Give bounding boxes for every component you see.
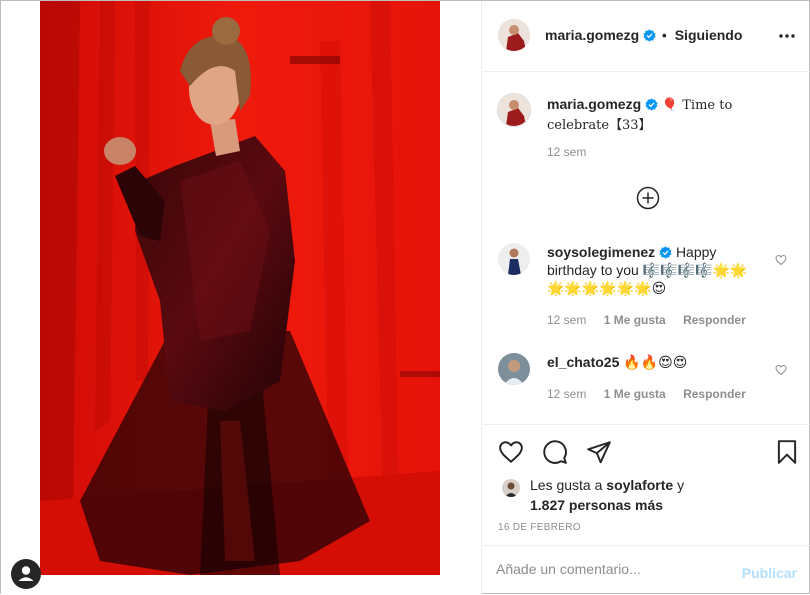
comment-likes[interactable]: 1 Me gusta — [604, 387, 666, 401]
photo-area — [1, 1, 481, 595]
bookmark-icon[interactable] — [774, 439, 800, 465]
post-photo[interactable] — [40, 1, 440, 575]
comment-likes[interactable]: 1 Me gusta — [604, 313, 666, 327]
comment-text: el_chato25 🔥🔥😍😍 — [547, 353, 762, 371]
caption-time[interactable]: 12 sem — [547, 145, 586, 159]
instagram-post-window: maria.gomezg • Siguiendo maria.gomezg 🎈 … — [0, 0, 810, 595]
likes-others[interactable]: 1.827 personas más — [530, 497, 663, 513]
comment-username[interactable]: soysolegimenez — [547, 244, 655, 260]
following-button[interactable]: Siguiendo — [675, 27, 743, 43]
caption-username[interactable]: maria.gomezg — [547, 96, 641, 112]
comment-reply-button[interactable]: Responder — [683, 387, 746, 401]
comment-heart-icon[interactable] — [775, 254, 787, 266]
header-author-line: maria.gomezg • Siguiendo — [545, 27, 742, 43]
comment-username[interactable]: el_chato25 — [547, 354, 619, 370]
comment-meta: 12 sem 1 Me gusta Responder — [547, 313, 746, 327]
verified-badge-icon — [645, 98, 658, 111]
caption-text: maria.gomezg 🎈 Time to celebrate【33】 — [547, 95, 797, 135]
post-actions: Les gusta a soylaforte y 1.827 personas … — [482, 424, 810, 544]
header-separator: • — [661, 27, 667, 43]
liker-avatar[interactable] — [502, 479, 520, 497]
comment-text: soysolegimenez Happy birthday to you 🎼🎼🎼… — [547, 243, 762, 297]
comment-reply-button[interactable]: Responder — [683, 313, 746, 327]
likes-summary: Les gusta a soylaforte y 1.827 personas … — [530, 475, 684, 515]
paper-plane-icon[interactable] — [586, 439, 612, 465]
author-username[interactable]: maria.gomezg — [545, 27, 639, 43]
verified-badge-icon — [643, 29, 656, 42]
comment-icon[interactable] — [542, 439, 568, 465]
comment-body: 🔥🔥😍😍 — [623, 354, 688, 370]
more-horizontal-icon[interactable] — [779, 34, 795, 38]
publish-button[interactable]: Publicar — [742, 565, 797, 581]
likes-suffix: y — [677, 477, 685, 493]
post-details-panel: maria.gomezg • Siguiendo maria.gomezg 🎈 … — [481, 1, 810, 595]
comment-time[interactable]: 12 sem — [547, 313, 586, 327]
caption-meta: 12 sem — [547, 145, 586, 159]
comment-meta: 12 sem 1 Me gusta Responder — [547, 387, 746, 401]
post-date[interactable]: 16 DE FEBRERO — [498, 522, 581, 533]
comment-input[interactable] — [496, 561, 726, 577]
author-avatar[interactable] — [498, 19, 530, 51]
heart-icon[interactable] — [498, 439, 524, 465]
caption-avatar[interactable] — [497, 93, 531, 127]
verified-badge-icon — [659, 246, 672, 259]
post-header: maria.gomezg • Siguiendo — [482, 1, 810, 72]
comment-time[interactable]: 12 sem — [547, 387, 586, 401]
likes-prefix: Les gusta a — [530, 477, 603, 493]
comment-heart-icon[interactable] — [775, 364, 787, 376]
user-profile-icon — [18, 566, 34, 581]
likes-user[interactable]: soylaforte — [606, 477, 673, 493]
comment-avatar[interactable] — [498, 353, 530, 385]
comment-avatar[interactable] — [498, 243, 530, 275]
add-comment-bar: Publicar — [482, 545, 810, 595]
plus-circle-icon[interactable] — [636, 186, 660, 210]
profile-button[interactable] — [11, 559, 41, 589]
